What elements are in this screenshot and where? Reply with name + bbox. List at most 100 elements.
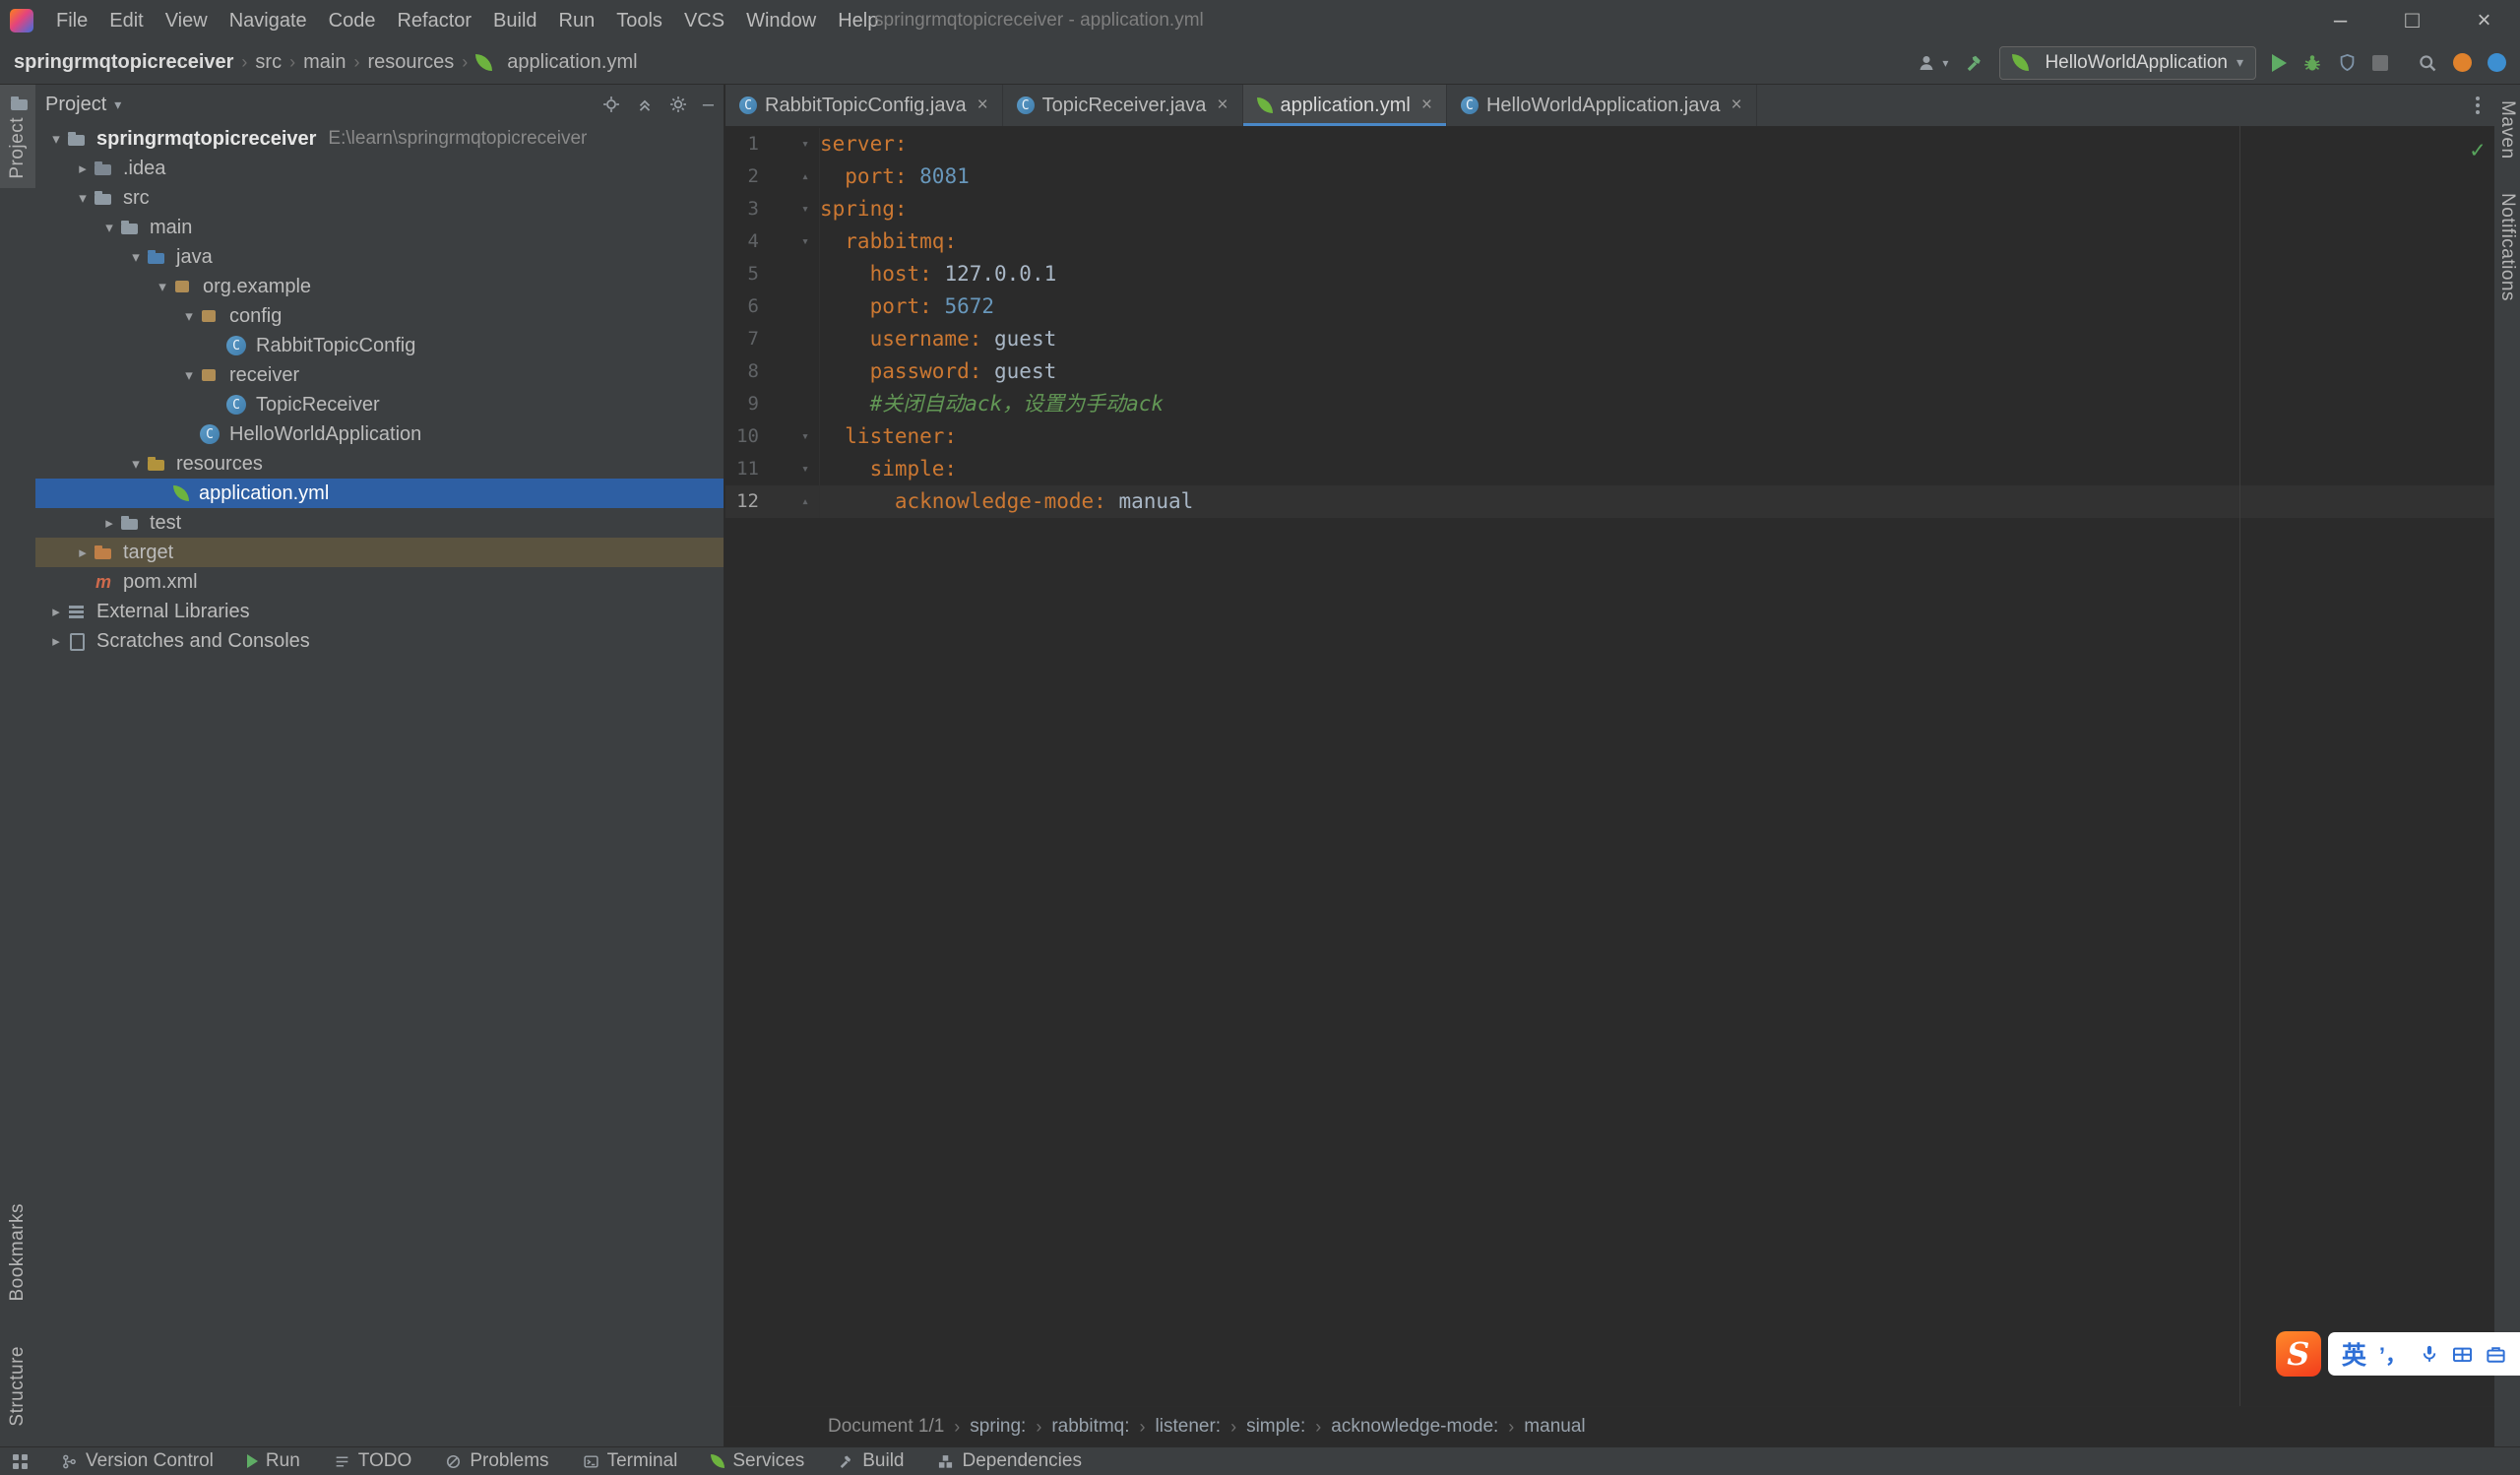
fold-icon[interactable]: ▾ [801, 235, 809, 248]
inspections-ok-icon[interactable]: ✓ [2471, 134, 2485, 166]
menu-run[interactable]: Run [548, 0, 606, 41]
fold-end-icon[interactable]: ▴ [801, 495, 809, 508]
menu-refactor[interactable]: Refactor [386, 0, 482, 41]
code-line-current[interactable]: 12 ▴ acknowledge-mode: manual [725, 485, 2494, 518]
tree-item-topicreceiver[interactable]: C TopicReceiver [35, 390, 724, 419]
code-line[interactable]: 7 username: guest [725, 323, 2494, 355]
breadcrumb-listener[interactable]: listener: [1156, 1416, 1222, 1438]
tree-item-application-yml[interactable]: application.yml [35, 479, 724, 508]
ime-keyboard-icon[interactable] [2452, 1344, 2473, 1365]
tree-item-src[interactable]: ▾ src [35, 183, 724, 213]
search-everywhere-icon[interactable] [2418, 53, 2437, 73]
menu-build[interactable]: Build [482, 0, 547, 41]
code-line[interactable]: 2 ▴ port: 8081 [725, 160, 2494, 193]
tool-window-switcher-icon[interactable] [12, 1453, 28, 1469]
expand-icon[interactable]: ▸ [72, 160, 94, 177]
tree-item-resources[interactable]: ▾ resources [35, 449, 724, 479]
breadcrumb-acknowledge-mode[interactable]: acknowledge-mode: [1331, 1416, 1498, 1438]
code-with-me-icon[interactable] [2488, 53, 2506, 72]
collapse-icon[interactable]: ▾ [125, 455, 147, 473]
expand-icon[interactable]: ▸ [72, 544, 94, 561]
fold-icon[interactable]: ▾ [801, 138, 809, 151]
tree-item-target[interactable]: ▸ target [35, 538, 724, 567]
hide-panel-icon[interactable]: – [703, 94, 714, 116]
tool-button-terminal[interactable]: Terminal [583, 1450, 678, 1472]
tab-options-icon[interactable] [2476, 96, 2481, 115]
tree-item-pom-xml[interactable]: m pom.xml [35, 567, 724, 597]
expand-icon[interactable]: ▸ [45, 603, 67, 620]
code-line[interactable]: 10 ▾ listener: [725, 420, 2494, 453]
code-line[interactable]: 1 ▾ server: [725, 128, 2494, 160]
tab-application-yml[interactable]: application.yml × [1243, 85, 1447, 126]
collapse-all-icon[interactable] [636, 96, 654, 113]
tree-item-receiver[interactable]: ▾ receiver [35, 360, 724, 390]
expand-icon[interactable]: ▾ [45, 130, 67, 148]
menu-tools[interactable]: Tools [605, 0, 673, 41]
settings-gear-icon[interactable] [669, 96, 687, 113]
tool-button-bookmarks[interactable]: Bookmarks [7, 1203, 29, 1302]
close-tab-icon[interactable]: × [977, 95, 988, 116]
tool-button-build[interactable]: Build [838, 1450, 904, 1472]
tool-button-dependencies[interactable]: Dependencies [937, 1450, 1081, 1472]
tree-item-helloworldapplication[interactable]: C HelloWorldApplication [35, 419, 724, 449]
select-opened-file-icon[interactable] [602, 96, 620, 113]
close-tab-icon[interactable]: × [1217, 95, 1228, 116]
fold-end-icon[interactable]: ▴ [801, 170, 809, 183]
tool-button-problems[interactable]: Problems [445, 1450, 548, 1472]
tree-item-external-libraries[interactable]: ▸ External Libraries [35, 597, 724, 626]
tree-item-config[interactable]: ▾ config [35, 301, 724, 331]
breadcrumb-src[interactable]: src [255, 51, 282, 74]
close-tab-icon[interactable]: × [1731, 95, 1741, 116]
breadcrumb-manual[interactable]: manual [1524, 1416, 1585, 1438]
tree-item-main[interactable]: ▾ main [35, 213, 724, 242]
ime-toolbox-icon[interactable] [2486, 1344, 2506, 1365]
code-line[interactable]: 8 password: guest [725, 355, 2494, 388]
collapse-icon[interactable]: ▾ [178, 366, 200, 384]
close-button[interactable]: × [2448, 0, 2520, 41]
collapse-icon[interactable]: ▾ [72, 189, 94, 207]
code-line[interactable]: 6 port: 5672 [725, 290, 2494, 323]
tab-topicreceiver[interactable]: C TopicReceiver.java × [1003, 85, 1243, 126]
debug-button[interactable] [2302, 53, 2322, 73]
tree-item-test[interactable]: ▸ test [35, 508, 724, 538]
collapse-icon[interactable]: ▾ [125, 248, 147, 266]
tab-rabbittopicconfig[interactable]: C RabbitTopicConfig.java × [725, 85, 1003, 126]
minimize-button[interactable]: – [2304, 0, 2376, 41]
ime-punctuation-toggle[interactable]: ’， [2379, 1338, 2407, 1370]
close-tab-icon[interactable]: × [1421, 95, 1432, 116]
coverage-button[interactable] [2338, 53, 2357, 72]
tool-button-structure[interactable]: Structure [7, 1346, 29, 1427]
stop-button[interactable] [2372, 55, 2388, 71]
tree-item-org-example[interactable]: ▾ org.example [35, 272, 724, 301]
code-line[interactable]: 11 ▾ simple: [725, 453, 2494, 485]
breadcrumb-rabbitmq[interactable]: rabbitmq: [1051, 1416, 1129, 1438]
profiler-icon[interactable] [2453, 53, 2472, 72]
ime-mic-icon[interactable] [2420, 1344, 2439, 1364]
tool-button-maven[interactable]: Maven [2496, 100, 2518, 160]
tree-item-scratches[interactable]: ▸ Scratches and Consoles [35, 626, 724, 656]
tab-helloworldapplication[interactable]: C HelloWorldApplication.java × [1447, 85, 1757, 126]
breadcrumb-simple[interactable]: simple: [1246, 1416, 1305, 1438]
code-line[interactable]: 4 ▾ rabbitmq: [725, 225, 2494, 258]
run-config-selector[interactable]: HelloWorldApplication ▾ [1999, 46, 2256, 80]
fold-icon[interactable]: ▾ [801, 463, 809, 476]
code-line[interactable]: 3 ▾ spring: [725, 193, 2494, 225]
breadcrumb-spring[interactable]: spring: [970, 1416, 1026, 1438]
menu-view[interactable]: View [155, 0, 219, 41]
tree-item-project-root[interactable]: ▾ springrmqtopicreceiver E:\learn\spring… [35, 124, 724, 154]
menu-navigate[interactable]: Navigate [219, 0, 318, 41]
ime-toolbar[interactable]: S 英 ’， [2276, 1331, 2520, 1377]
sogou-logo-icon[interactable]: S [2276, 1331, 2321, 1377]
ime-language-toggle[interactable]: 英 [2342, 1336, 2366, 1372]
collapse-icon[interactable]: ▾ [98, 219, 120, 236]
code-line[interactable]: 5 host: 127.0.0.1 [725, 258, 2494, 290]
tool-button-project[interactable]: Project [0, 85, 35, 188]
fold-icon[interactable]: ▾ [801, 430, 809, 443]
menu-vcs[interactable]: VCS [673, 0, 735, 41]
breadcrumb-project[interactable]: springrmqtopicreceiver [14, 51, 233, 74]
tree-item-idea[interactable]: ▸ .idea [35, 154, 724, 183]
breadcrumb-file[interactable]: application.yml [507, 51, 637, 74]
tree-item-rabbittopicconfig[interactable]: C RabbitTopicConfig [35, 331, 724, 360]
breadcrumb-resources[interactable]: resources [367, 51, 454, 74]
tool-button-run[interactable]: Run [247, 1450, 300, 1472]
